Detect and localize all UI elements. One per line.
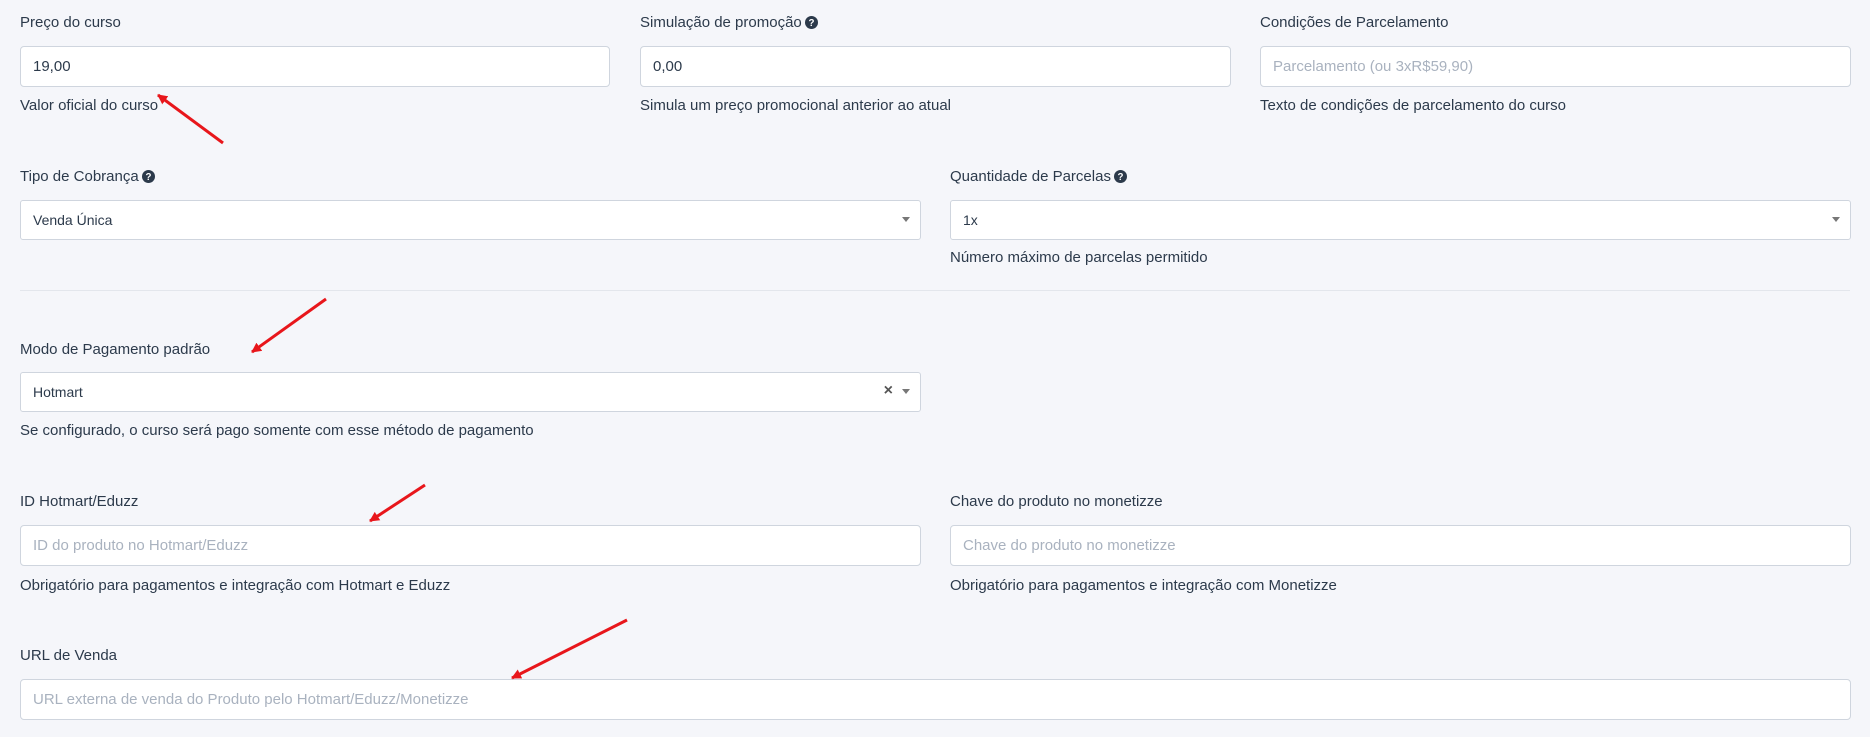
- price-label-text: Preço do curso: [20, 14, 121, 31]
- red-arrow-icon: [511, 618, 628, 680]
- hotmart-id-hint: Obrigatório para pagamentos e integração…: [20, 577, 451, 594]
- sale-url-input[interactable]: [20, 679, 1851, 720]
- red-arrow-icon: [369, 483, 426, 523]
- price-input[interactable]: [20, 46, 610, 87]
- billing-type-value: Venda Única: [33, 212, 113, 228]
- red-arrow-icon: [157, 93, 224, 145]
- svg-text:?: ?: [808, 18, 814, 29]
- promo-label-text: Simulação de promoção: [640, 14, 802, 31]
- caret-down-icon[interactable]: [1832, 217, 1840, 222]
- price-hint: Valor oficial do curso: [20, 97, 159, 114]
- monetizze-key-label-text: Chave do produto no monetizze: [950, 493, 1163, 510]
- monetizze-key-input[interactable]: [950, 525, 1851, 566]
- billing-type-label-text: Tipo de Cobrança: [20, 168, 139, 185]
- payment-mode-select[interactable]: Hotmart ×: [20, 372, 921, 412]
- installments-value: 1x: [963, 212, 978, 228]
- clear-x-icon[interactable]: ×: [884, 382, 893, 400]
- price-label: Preço do curso: [20, 14, 121, 31]
- caret-down-icon[interactable]: [902, 389, 910, 394]
- installment-conditions-hint: Texto de condições de parcelamento do cu…: [1260, 97, 1567, 114]
- billing-type-select[interactable]: Venda Única: [20, 200, 921, 240]
- monetizze-key-label: Chave do produto no monetizze: [950, 493, 1163, 510]
- payment-mode-value: Hotmart: [33, 384, 83, 400]
- svg-text:?: ?: [145, 172, 151, 183]
- svg-text:?: ?: [1117, 172, 1123, 183]
- promo-input[interactable]: [640, 46, 1231, 87]
- payment-mode-label: Modo de Pagamento padrão: [20, 341, 210, 358]
- caret-down-icon[interactable]: [902, 217, 910, 222]
- question-circle-icon[interactable]: ?: [804, 16, 818, 29]
- promo-hint: Simula um preço promocional anterior ao …: [640, 97, 951, 114]
- installment-conditions-label: Condições de Parcelamento: [1260, 14, 1448, 31]
- hotmart-id-label: ID Hotmart/Eduzz: [20, 493, 138, 510]
- monetizze-key-hint: Obrigatório para pagamentos e integração…: [950, 577, 1337, 594]
- sale-url-label: URL de Venda: [20, 647, 117, 664]
- sale-url-label-text: URL de Venda: [20, 647, 118, 664]
- question-circle-icon[interactable]: ?: [141, 170, 155, 183]
- question-circle-icon[interactable]: ?: [1113, 170, 1127, 183]
- installments-label-text: Quantidade de Parcelas: [950, 168, 1111, 185]
- red-arrow-icon: [251, 297, 327, 354]
- installments-label: Quantidade de Parcelas ?: [950, 168, 1127, 185]
- promo-label: Simulação de promoção ?: [640, 14, 818, 31]
- hotmart-id-label-text: ID Hotmart/Eduzz: [20, 493, 139, 510]
- billing-type-label: Tipo de Cobrança ?: [20, 168, 155, 185]
- payment-mode-hint: Se configurado, o curso será pago soment…: [20, 422, 534, 439]
- installments-select[interactable]: 1x: [950, 200, 1851, 240]
- hotmart-id-input[interactable]: [20, 525, 921, 566]
- installments-hint: Número máximo de parcelas permitido: [950, 249, 1208, 266]
- installment-conditions-input[interactable]: [1260, 46, 1851, 87]
- installment-conditions-label-text: Condições de Parcelamento: [1260, 14, 1449, 31]
- payment-mode-label-text: Modo de Pagamento padrão: [20, 341, 211, 358]
- section-divider: [20, 290, 1850, 291]
